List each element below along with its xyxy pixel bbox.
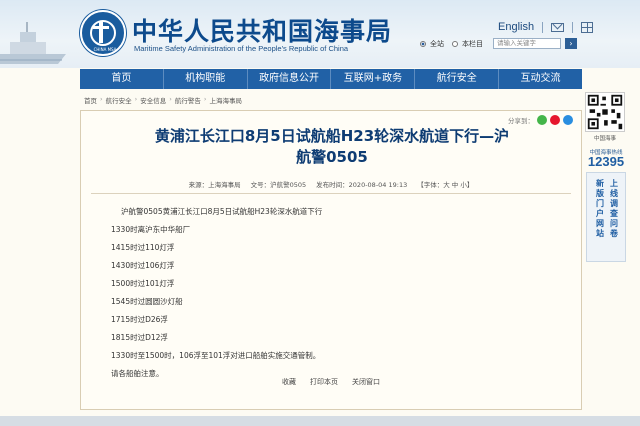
weibo-share-icon[interactable] bbox=[550, 115, 560, 125]
banner-text: 上线调查问卷 bbox=[610, 179, 618, 238]
share-label: 分享到： bbox=[508, 117, 534, 125]
scope-all-label: 全站 bbox=[430, 39, 444, 48]
site-subtitle: Maritime Safety Administration of the Pe… bbox=[134, 44, 349, 53]
main-nav: 首页 机构职能 政府信息公开 互联网+政务 航行安全 互动交流 bbox=[80, 69, 582, 89]
article-line: 1500时过101灯浮 bbox=[111, 279, 175, 288]
article-actions: 收藏 打印本页 关闭窗口 bbox=[81, 377, 581, 387]
nav-item-internet-gov[interactable]: 互联网+政务 bbox=[331, 69, 416, 89]
site-header: CHINA MSA 中华人民共和国海事局 Maritime Safety Adm… bbox=[0, 0, 640, 68]
article-doc-number: 文号：沪航警0505 bbox=[250, 181, 307, 189]
article-meta: 来源：上海海事局 文号：沪航警0505 发布时间：2020-08-04 19:1… bbox=[81, 179, 581, 189]
search-button[interactable]: › bbox=[565, 38, 577, 49]
scope-column-radio[interactable] bbox=[452, 40, 458, 47]
breadcrumb-item[interactable]: 首页 bbox=[84, 95, 97, 105]
article-line: 1330时离沪东中华船厂 bbox=[111, 225, 191, 234]
breadcrumb-item[interactable]: 上海海事局 bbox=[209, 95, 242, 105]
msa-logo[interactable]: CHINA MSA bbox=[80, 10, 126, 56]
article-title: 黄浦江长江口8月5日试航船H23轮深水航道下行—沪 航警0505 bbox=[101, 126, 563, 168]
survey-banner[interactable]: 新版门户网站 上线调查问卷 bbox=[586, 172, 626, 262]
scope-column-label: 本栏目 bbox=[462, 39, 483, 48]
nav-item-gov-info[interactable]: 政府信息公开 bbox=[248, 69, 332, 89]
nav-item-interaction[interactable]: 互动交流 bbox=[499, 69, 582, 89]
qr-code bbox=[585, 92, 625, 132]
banner-text: 新版门户网站 bbox=[596, 179, 604, 238]
search-bar: 全站 本栏目 请输入关键字 › bbox=[420, 38, 577, 49]
article-line: 1415时过110灯浮 bbox=[111, 243, 175, 252]
divider bbox=[572, 21, 574, 33]
article-title-line: 黄浦江长江口8月5日试航船H23轮深水航道下行—沪 bbox=[154, 127, 510, 145]
breadcrumb: 首页 › 航行安全 › 安全信息 › 航行警告 › 上海海事局 bbox=[84, 95, 242, 105]
divider bbox=[542, 21, 544, 33]
article-line: 1815时过D12浮 bbox=[111, 333, 168, 342]
article-panel: 分享到： 黄浦江长江口8月5日试航船H23轮深水航道下行—沪 航警0505 来源… bbox=[80, 110, 582, 410]
hotline-number[interactable]: 12395 bbox=[583, 154, 629, 169]
share-bar: 分享到： bbox=[508, 115, 573, 125]
logo-text: CHINA MSA bbox=[93, 47, 117, 52]
article-line: 1330时至1500时，106浮至101浮对进口船舶实施交通管制。 bbox=[111, 351, 321, 360]
sitemap-icon[interactable] bbox=[581, 21, 594, 33]
ship-illustration bbox=[0, 22, 66, 64]
search-input[interactable]: 请输入关键字 bbox=[493, 38, 561, 49]
nav-item-functions[interactable]: 机构职能 bbox=[164, 69, 248, 89]
qr-label: 中国海事 bbox=[593, 136, 616, 142]
font-size-control[interactable]: 【字体：大 中 小】 bbox=[417, 179, 473, 189]
breadcrumb-item[interactable]: 航行安全 bbox=[106, 95, 132, 105]
qzone-share-icon[interactable] bbox=[563, 115, 573, 125]
print-link[interactable]: 打印本页 bbox=[310, 377, 338, 387]
breadcrumb-item[interactable]: 安全信息 bbox=[140, 95, 166, 105]
page-bottom-edge bbox=[0, 416, 640, 426]
breadcrumb-item[interactable]: 航行警告 bbox=[175, 95, 201, 105]
article-line: 1715时过D26浮 bbox=[111, 315, 168, 324]
top-links: English bbox=[498, 20, 594, 34]
wechat-share-icon[interactable] bbox=[537, 115, 547, 125]
scope-all-radio[interactable] bbox=[420, 40, 426, 47]
site-title: 中华人民共和国海事局 bbox=[132, 17, 393, 46]
article-title-line: 航警0505 bbox=[296, 148, 368, 166]
close-window-link[interactable]: 关闭窗口 bbox=[352, 377, 380, 387]
favorite-link[interactable]: 收藏 bbox=[282, 377, 296, 387]
article-date: 发布时间：2020-08-04 19:13 bbox=[316, 181, 408, 189]
nav-item-nav-safety[interactable]: 航行安全 bbox=[415, 69, 500, 89]
article-line: 沪航警0505黄浦江长江口8月5日试航船H23轮深水航道下行 bbox=[121, 207, 323, 216]
article-line: 1430时过106灯浮 bbox=[111, 261, 175, 270]
english-link[interactable]: English bbox=[498, 21, 534, 33]
mail-icon[interactable] bbox=[551, 22, 565, 32]
divider bbox=[91, 193, 571, 194]
article-source: 来源：上海海事局 bbox=[188, 181, 241, 189]
article-line: 1545时过圆圆沙灯船 bbox=[111, 297, 183, 306]
nav-item-home[interactable]: 首页 bbox=[80, 69, 164, 89]
